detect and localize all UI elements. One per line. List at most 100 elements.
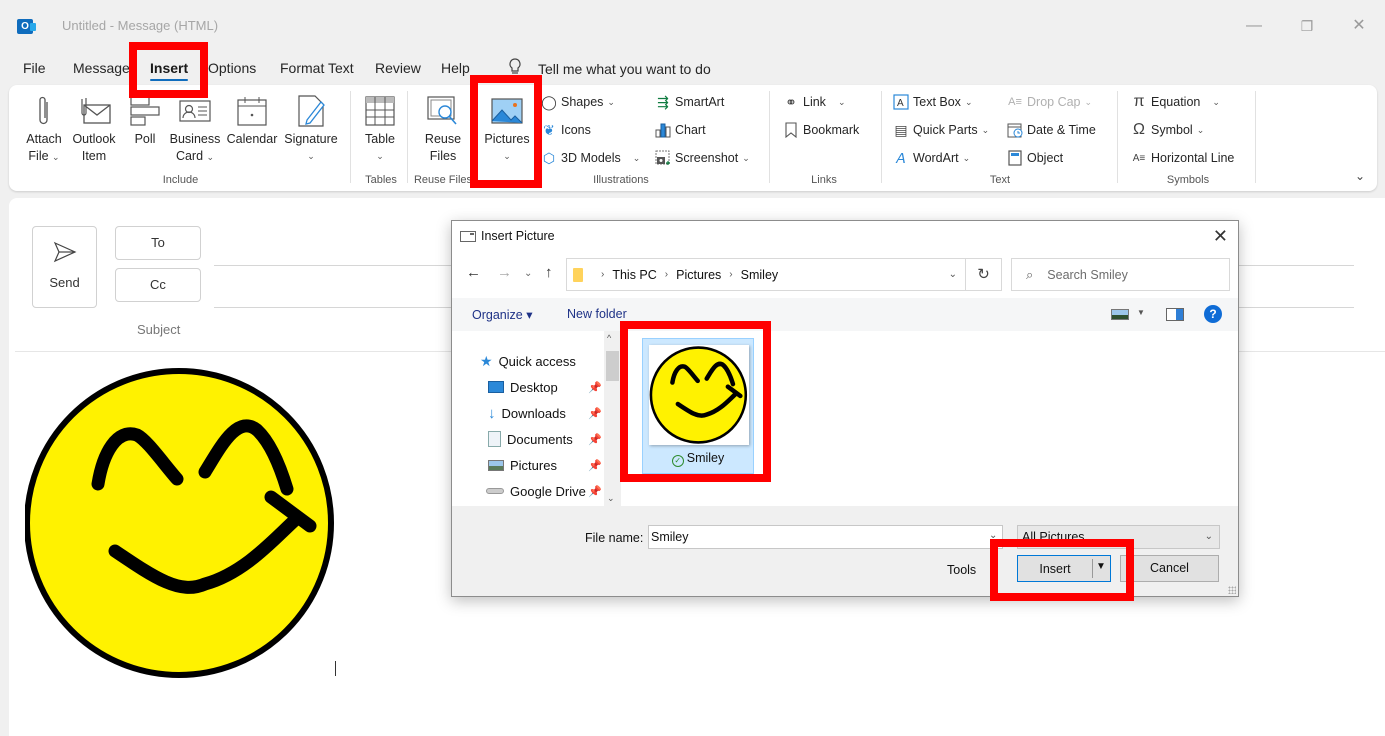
nav-pane-scrollbar[interactable]: ^ ⌄ bbox=[604, 331, 621, 506]
change-view-icon[interactable] bbox=[1111, 309, 1129, 320]
forward-arrow-icon[interactable]: → bbox=[497, 264, 512, 281]
nav-label: Pictures bbox=[510, 457, 557, 473]
organize-button[interactable]: Organize ▾ bbox=[472, 307, 532, 322]
attach-file-button[interactable]: Attach File ⌄ bbox=[23, 91, 65, 166]
new-folder-button[interactable]: New folder bbox=[567, 307, 627, 321]
icons-button[interactable]: ❦ Icons bbox=[541, 120, 591, 140]
nav-item-quick-access[interactable]: ★ Quick access bbox=[480, 351, 576, 371]
symbol-button[interactable]: Ω Symbol ⌄ bbox=[1131, 120, 1204, 140]
dialog-close-button[interactable]: ✕ bbox=[1213, 226, 1228, 247]
poll-label: Poll bbox=[134, 132, 156, 146]
inserted-smiley-image[interactable] bbox=[25, 368, 337, 678]
address-dropdown-icon[interactable]: ⌄ bbox=[949, 269, 957, 280]
dialog-title: Insert Picture bbox=[481, 229, 555, 243]
nav-item-pictures[interactable]: Pictures 📌 bbox=[488, 455, 602, 475]
group-label-symbols: Symbols bbox=[1166, 174, 1210, 186]
pin-icon[interactable]: 📌 bbox=[588, 485, 602, 498]
table-button[interactable]: Table ⌄ bbox=[361, 91, 399, 165]
chevron-down-icon: ⌄ bbox=[837, 96, 846, 107]
breadcrumb-pictures[interactable]: Pictures bbox=[676, 268, 721, 282]
outlook-item-button[interactable]: Outlook Item bbox=[67, 91, 121, 165]
up-arrow-icon[interactable]: ↑ bbox=[545, 264, 553, 281]
cc-button[interactable]: Cc bbox=[115, 268, 201, 302]
breadcrumb-this-pc[interactable]: This PC bbox=[612, 268, 656, 282]
chart-label: Chart bbox=[675, 123, 706, 137]
wordart-button[interactable]: 𝘈 WordArt ⌄ bbox=[893, 148, 970, 168]
signature-button[interactable]: Signature ⌄ bbox=[282, 91, 340, 165]
ribbon-options-chevron-icon[interactable]: ⌄ bbox=[1355, 169, 1365, 183]
svg-text:A: A bbox=[897, 98, 904, 109]
insert-options-dropdown-icon[interactable]: ▼ bbox=[1096, 561, 1106, 572]
scroll-up-icon[interactable]: ^ bbox=[607, 333, 611, 343]
tab-message[interactable]: Message bbox=[73, 60, 130, 76]
poll-button[interactable]: Poll bbox=[127, 91, 163, 148]
breadcrumb-smiley[interactable]: Smiley bbox=[741, 268, 779, 282]
insert-button[interactable]: Insert ▼ bbox=[1017, 555, 1111, 582]
bookmark-button[interactable]: Bookmark bbox=[783, 120, 859, 140]
nav-item-downloads[interactable]: ↓ Downloads 📌 bbox=[488, 403, 602, 423]
quick-parts-icon: ▤ bbox=[894, 121, 908, 138]
3d-models-button[interactable]: ⬡ 3D Models ⌄ bbox=[541, 148, 640, 168]
tab-review[interactable]: Review bbox=[375, 60, 421, 76]
tell-me-search[interactable]: Tell me what you want to do bbox=[538, 61, 711, 77]
link-button[interactable]: ⚭ Link ⌄ bbox=[783, 92, 845, 112]
send-button[interactable]: Send bbox=[32, 226, 97, 308]
tab-help[interactable]: Help bbox=[441, 60, 470, 76]
file-name-input[interactable]: Smiley bbox=[648, 525, 1003, 549]
help-icon[interactable]: ? bbox=[1204, 305, 1222, 323]
nav-item-documents[interactable]: Documents 📌 bbox=[488, 429, 602, 449]
pin-icon[interactable]: 📌 bbox=[588, 459, 602, 472]
file-name-label: File name: bbox=[585, 531, 644, 545]
minimize-button[interactable]: — bbox=[1239, 14, 1269, 38]
chart-button[interactable]: Chart bbox=[655, 120, 706, 140]
to-button[interactable]: To bbox=[115, 226, 201, 260]
recent-locations-chevron-icon[interactable]: ⌄ bbox=[524, 268, 532, 279]
refresh-button[interactable]: ↻ bbox=[966, 258, 1002, 291]
shapes-button[interactable]: ◯ Shapes ⌄ bbox=[541, 92, 615, 112]
calendar-button[interactable]: Calendar bbox=[225, 91, 279, 148]
reuse-files-button[interactable]: Reuse Files bbox=[421, 91, 465, 165]
tab-format-text[interactable]: Format Text bbox=[280, 60, 354, 76]
preview-pane-icon[interactable] bbox=[1166, 308, 1184, 321]
smartart-label: SmartArt bbox=[675, 95, 725, 109]
horizontal-line-button[interactable]: A≡ Horizontal Line bbox=[1131, 148, 1235, 168]
group-separator bbox=[769, 91, 770, 183]
tools-button[interactable]: Tools bbox=[947, 563, 976, 577]
screenshot-button[interactable]: Screenshot ⌄ bbox=[655, 148, 750, 168]
pin-icon[interactable]: 📌 bbox=[588, 381, 602, 394]
pin-icon[interactable]: 📌 bbox=[588, 433, 602, 446]
search-input[interactable]: ⌕ Search Smiley bbox=[1011, 258, 1230, 291]
smartart-button[interactable]: ⇶ SmartArt bbox=[655, 92, 724, 112]
quick-parts-button[interactable]: ▤ Quick Parts ⌄ bbox=[893, 120, 989, 140]
file-name-dropdown-icon[interactable]: ⌄ bbox=[989, 530, 997, 541]
nav-item-google-drive[interactable]: Google Drive 📌 bbox=[486, 481, 602, 501]
outlook-item-label-2: Item bbox=[81, 149, 107, 163]
scrollbar-thumb[interactable] bbox=[606, 351, 619, 381]
pictures-button[interactable]: Pictures ⌄ bbox=[483, 91, 531, 165]
text-box-button[interactable]: A Text Box ⌄ bbox=[893, 92, 972, 112]
cancel-button[interactable]: Cancel bbox=[1120, 555, 1219, 582]
pin-icon[interactable]: 📌 bbox=[588, 407, 602, 420]
view-dropdown-icon[interactable]: ▼ bbox=[1137, 308, 1145, 317]
group-separator bbox=[1117, 91, 1118, 183]
tab-options[interactable]: Options bbox=[208, 60, 256, 76]
nav-item-desktop[interactable]: Desktop 📌 bbox=[488, 377, 602, 397]
file-item-smiley[interactable]: ✓ Smiley bbox=[642, 338, 754, 474]
scroll-down-icon[interactable]: ⌄ bbox=[607, 493, 615, 504]
icons-icon: ❦ bbox=[543, 121, 555, 138]
dialog-footer: File name: Smiley ⌄ All Pictures ⌄ Tools… bbox=[452, 506, 1238, 596]
business-card-button[interactable]: Business Card ⌄ bbox=[169, 91, 221, 166]
tab-file[interactable]: File bbox=[23, 60, 46, 76]
date-time-button[interactable]: Date & Time bbox=[1007, 120, 1096, 140]
restore-button[interactable]: ❐ bbox=[1292, 14, 1322, 38]
object-button[interactable]: Object bbox=[1007, 148, 1063, 168]
close-button[interactable]: ✕ bbox=[1344, 14, 1374, 38]
tab-insert[interactable]: Insert bbox=[150, 60, 189, 81]
equation-button[interactable]: π Equation ⌄ bbox=[1131, 92, 1219, 112]
file-type-select[interactable]: All Pictures ⌄ bbox=[1017, 525, 1220, 549]
resize-grip[interactable] bbox=[1228, 586, 1236, 594]
back-arrow-icon[interactable]: ← bbox=[466, 264, 481, 281]
outlook-item-label: Outlook bbox=[72, 132, 116, 146]
address-bar[interactable]: › This PC › Pictures › Smiley ⌄ bbox=[566, 258, 966, 291]
drop-cap-button[interactable]: A≡ Drop Cap ⌄ bbox=[1007, 92, 1092, 112]
